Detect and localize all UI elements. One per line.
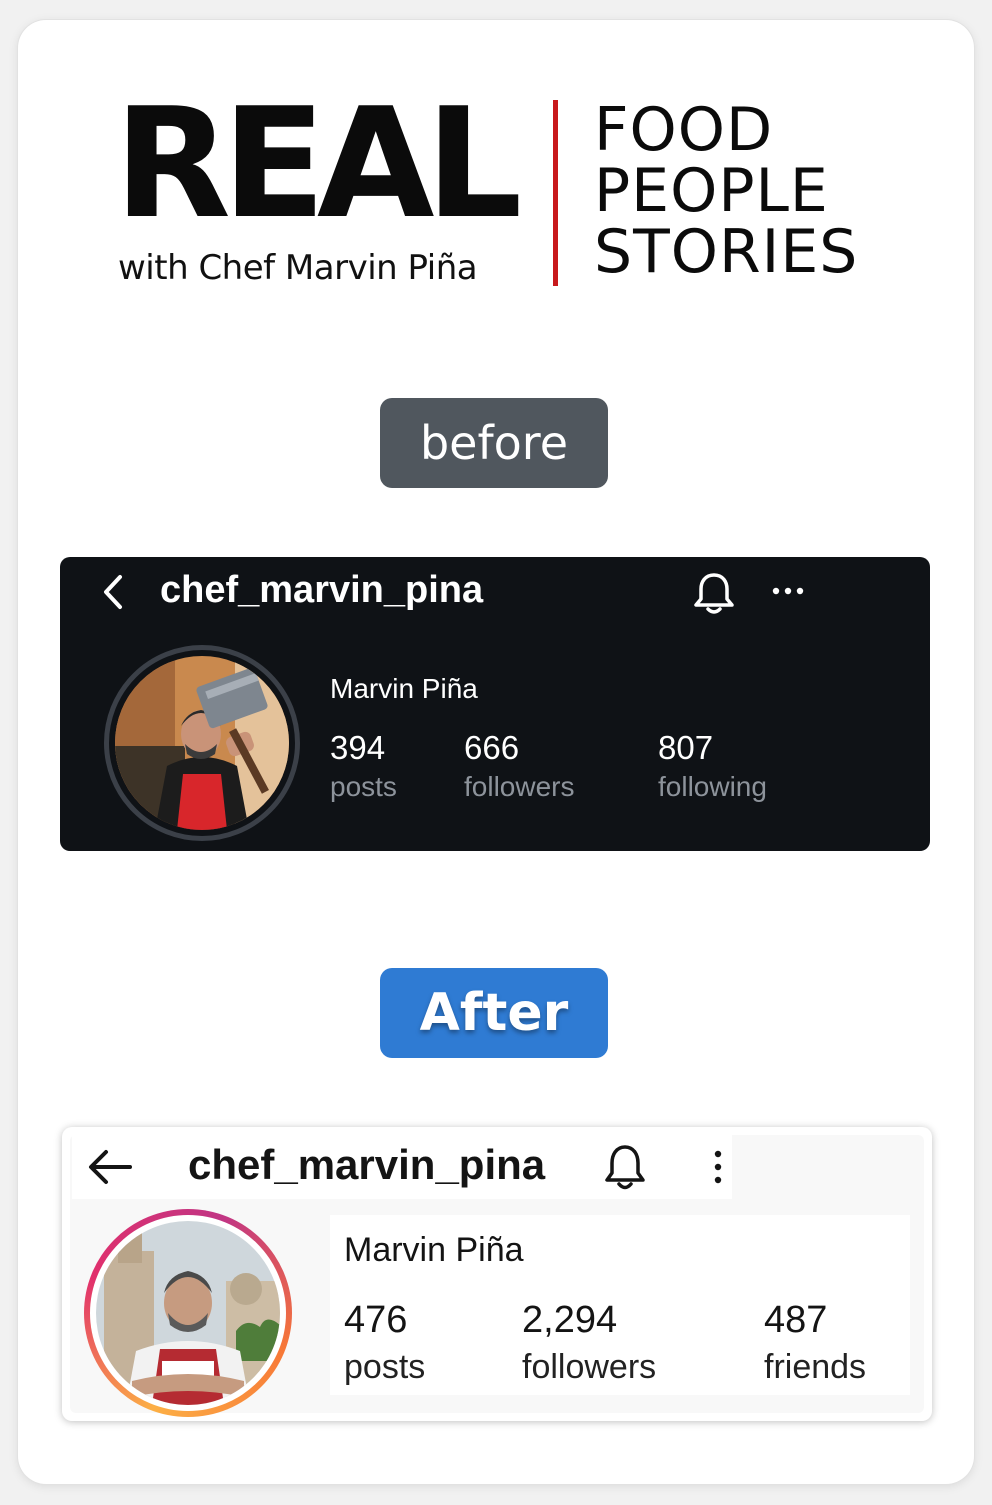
- brand-word-stories: STORIES: [594, 217, 859, 287]
- more-vertical-icon[interactable]: [710, 1147, 726, 1187]
- bell-icon[interactable]: [602, 1141, 648, 1193]
- stat-posts[interactable]: 476 posts: [344, 1299, 425, 1387]
- after-profile-panel: chef_marvin_pina Marvin Piña 476 posts 2…: [62, 1127, 932, 1421]
- stat-following-label: following: [658, 771, 767, 802]
- avatar[interactable]: [104, 645, 300, 841]
- stat-followers-value: 2,294: [522, 1299, 618, 1341]
- before-profile-panel: chef_marvin_pina Marvin Piña 394 posts 6…: [60, 557, 930, 851]
- after-label: After: [380, 968, 608, 1058]
- brand-divider: [553, 100, 558, 286]
- profile-display-name: Marvin Piña: [330, 673, 478, 704]
- stat-friends[interactable]: 487 friends: [764, 1299, 866, 1387]
- stat-posts-label: posts: [344, 1348, 426, 1386]
- profile-username: chef_marvin_pina: [160, 569, 484, 611]
- avatar[interactable]: [84, 1209, 292, 1417]
- chevron-left-icon[interactable]: [98, 571, 130, 613]
- comparison-card: REAL with Chef Marvin Piña FOOD PEOPLE S…: [18, 20, 974, 1484]
- stat-followers-label: followers: [464, 771, 575, 802]
- brand-word-people: PEOPLE: [594, 156, 829, 226]
- stat-followers[interactable]: 2,294 followers: [522, 1299, 656, 1387]
- profile-display-name: Marvin Piña: [344, 1231, 524, 1269]
- stat-following-value: 807: [658, 729, 714, 766]
- stat-following[interactable]: 807 following: [658, 729, 767, 803]
- brand-subtitle: with Chef Marvin Piña: [118, 248, 478, 288]
- stat-followers-value: 666: [464, 729, 520, 766]
- stat-posts[interactable]: 394 posts: [330, 729, 397, 803]
- profile-username: chef_marvin_pina: [188, 1141, 546, 1188]
- brand-tagline: FOOD PEOPLE STORIES: [594, 100, 858, 283]
- arrow-left-icon[interactable]: [86, 1147, 134, 1187]
- stat-posts-label: posts: [330, 771, 397, 802]
- more-horizontal-icon[interactable]: [768, 579, 808, 603]
- stat-posts-value: 394: [330, 729, 386, 766]
- stat-followers-label: followers: [522, 1348, 657, 1386]
- brand-word-food: FOOD: [594, 95, 774, 165]
- stat-friends-value: 487: [764, 1299, 828, 1341]
- bell-icon[interactable]: [692, 569, 736, 617]
- stat-friends-label: friends: [764, 1348, 867, 1386]
- stat-posts-value: 476: [344, 1299, 408, 1341]
- stat-followers[interactable]: 666 followers: [464, 729, 574, 803]
- before-label: before: [380, 398, 608, 488]
- brand-real-wordmark: REAL: [114, 75, 522, 252]
